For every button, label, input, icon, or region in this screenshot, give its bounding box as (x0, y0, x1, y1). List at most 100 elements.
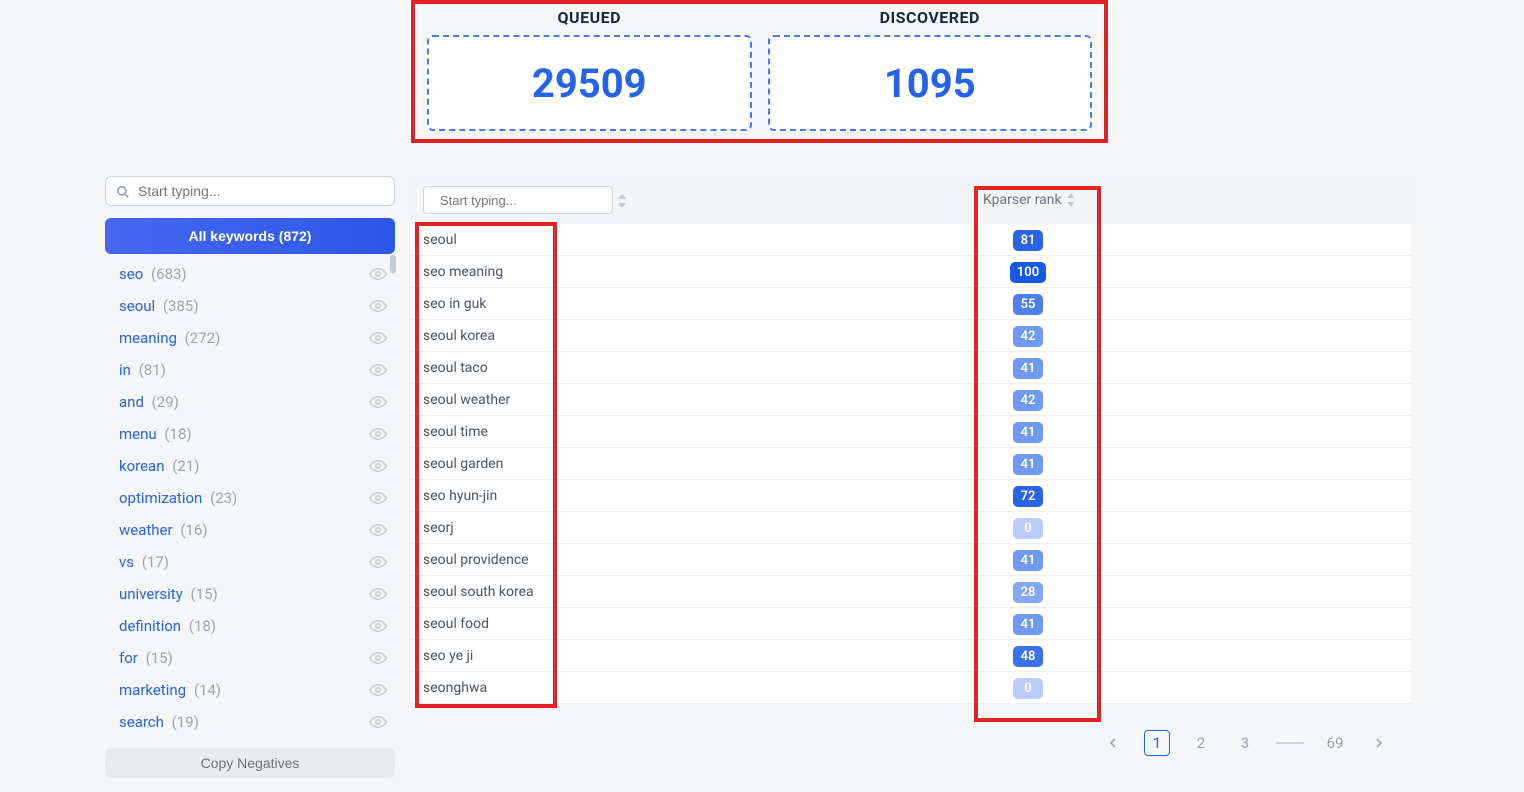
eye-icon[interactable] (369, 585, 387, 603)
eye-icon[interactable] (369, 457, 387, 475)
queued-box: 29509 (427, 35, 752, 131)
sidebar-keyword-item[interactable]: korean (21) (105, 450, 395, 482)
rank-cell: 41 (983, 421, 1073, 443)
sidebar-search[interactable] (105, 176, 395, 206)
keyword-word: definition (119, 617, 181, 635)
keyword-count: (23) (210, 489, 237, 507)
eye-icon[interactable] (369, 521, 387, 539)
rank-cell: 42 (983, 325, 1073, 347)
sidebar-keyword-item[interactable]: weather (16) (105, 514, 395, 546)
rank-cell: 48 (983, 645, 1073, 667)
keyword-word: optimization (119, 489, 202, 507)
keyword-sidebar: All keywords (872) seo (683)seoul (385)m… (105, 176, 395, 738)
sidebar-search-input[interactable] (138, 183, 384, 199)
table-row[interactable]: seo hyun-jin72 (411, 480, 1411, 512)
table-row[interactable]: seoul providence41 (411, 544, 1411, 576)
rank-badge: 48 (1013, 646, 1043, 667)
eye-icon[interactable] (369, 681, 387, 699)
table-row[interactable]: seorj0 (411, 512, 1411, 544)
rank-cell: 41 (983, 613, 1073, 635)
pagination-page-2[interactable]: 2 (1188, 730, 1214, 756)
sidebar-keyword-item[interactable]: definition (18) (105, 610, 395, 642)
copy-negatives-button[interactable]: Copy Negatives (105, 748, 395, 778)
sidebar-keyword-item[interactable]: meaning (272) (105, 322, 395, 354)
keyword-count: (14) (194, 681, 221, 699)
sidebar-scrollbar-thumb[interactable] (390, 255, 396, 273)
keyword-word: search (119, 713, 164, 731)
queued-value: 29509 (532, 60, 647, 107)
pagination-next[interactable] (1366, 730, 1392, 756)
table-row[interactable]: seoul time41 (411, 416, 1411, 448)
results-table: Kparser rank seoul81seo meaning100seo in… (411, 176, 1411, 704)
pagination-prev[interactable] (1100, 730, 1126, 756)
keyword-cell: seoul food (411, 616, 983, 632)
sidebar-keyword-item[interactable]: university (15) (105, 578, 395, 610)
sort-icon[interactable] (617, 193, 627, 207)
keyword-word: seoul (119, 297, 155, 315)
rank-badge: 55 (1013, 294, 1043, 315)
sidebar-keyword-item[interactable]: for (15) (105, 642, 395, 674)
sidebar-keyword-item[interactable]: optimization (23) (105, 482, 395, 514)
keyword-word: seo (119, 265, 143, 283)
table-row[interactable]: seoul taco41 (411, 352, 1411, 384)
table-row[interactable]: seoul garden41 (411, 448, 1411, 480)
eye-icon[interactable] (369, 425, 387, 443)
eye-icon[interactable] (369, 265, 387, 283)
rank-badge: 81 (1013, 230, 1043, 251)
table-row[interactable]: seo ye ji48 (411, 640, 1411, 672)
eye-icon[interactable] (369, 297, 387, 315)
pagination-last-page[interactable]: 69 (1322, 730, 1348, 756)
eye-icon[interactable] (369, 649, 387, 667)
keyword-cell: seoul time (411, 424, 983, 440)
sidebar-keyword-item[interactable]: search (19) (105, 706, 395, 738)
all-keywords-button[interactable]: All keywords (872) (105, 218, 395, 254)
eye-icon[interactable] (369, 617, 387, 635)
sidebar-keyword-item[interactable]: vs (17) (105, 546, 395, 578)
keyword-count: (272) (185, 329, 221, 347)
table-search[interactable] (423, 186, 613, 214)
pagination-ellipsis (1276, 742, 1304, 744)
keyword-word: marketing (119, 681, 186, 699)
sort-icon[interactable] (1066, 193, 1076, 207)
table-search-input[interactable] (440, 193, 616, 208)
keyword-count: (15) (146, 649, 173, 667)
rank-cell: 55 (983, 293, 1073, 315)
table-row[interactable]: seo meaning100 (411, 256, 1411, 288)
table-row[interactable]: seo in guk55 (411, 288, 1411, 320)
sidebar-keyword-item[interactable]: in (81) (105, 354, 395, 386)
eye-icon[interactable] (369, 713, 387, 731)
eye-icon[interactable] (369, 393, 387, 411)
keyword-count: (15) (191, 585, 218, 603)
queued-stat: QUEUED 29509 (427, 8, 752, 131)
sidebar-keyword-item[interactable]: seo (683) (105, 258, 395, 290)
table-body: seoul81seo meaning100seo in guk55seoul k… (411, 224, 1411, 704)
eye-icon[interactable] (369, 329, 387, 347)
sidebar-keyword-item[interactable]: menu (18) (105, 418, 395, 450)
table-row[interactable]: seoul food41 (411, 608, 1411, 640)
rank-badge: 28 (1013, 582, 1043, 603)
sidebar-keyword-item[interactable]: and (29) (105, 386, 395, 418)
rank-column-header[interactable]: Kparser rank (983, 192, 1076, 208)
rank-cell: 81 (983, 229, 1073, 251)
table-row[interactable]: seoul south korea28 (411, 576, 1411, 608)
rank-cell: 72 (983, 485, 1073, 507)
rank-cell: 41 (983, 549, 1073, 571)
rank-badge: 41 (1013, 358, 1043, 379)
keyword-count: (29) (152, 393, 179, 411)
pagination: 123 69 (1100, 730, 1392, 756)
sidebar-keyword-item[interactable]: marketing (14) (105, 674, 395, 706)
keyword-word: weather (119, 521, 173, 539)
sidebar-keyword-item[interactable]: seoul (385) (105, 290, 395, 322)
table-row[interactable]: seoul weather42 (411, 384, 1411, 416)
rank-header-label: Kparser rank (983, 192, 1062, 208)
eye-icon[interactable] (369, 361, 387, 379)
eye-icon[interactable] (369, 489, 387, 507)
pagination-page-1[interactable]: 1 (1144, 730, 1170, 756)
keyword-cell: seoul garden (411, 456, 983, 472)
table-row[interactable]: seoul korea42 (411, 320, 1411, 352)
table-row[interactable]: seoul81 (411, 224, 1411, 256)
eye-icon[interactable] (369, 553, 387, 571)
keyword-word: menu (119, 425, 157, 443)
pagination-page-3[interactable]: 3 (1232, 730, 1258, 756)
table-row[interactable]: seonghwa0 (411, 672, 1411, 704)
